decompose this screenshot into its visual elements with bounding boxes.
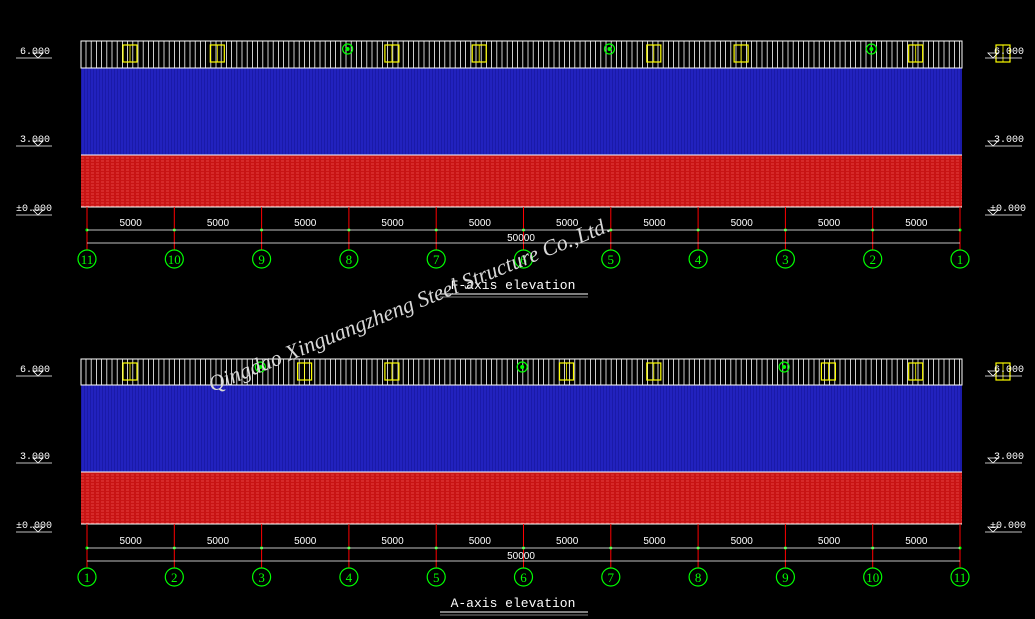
axis-number: 7	[608, 570, 615, 585]
bay-dimension-label: 5000	[469, 218, 492, 229]
bay-dimension-label: 5000	[643, 536, 666, 547]
axis-number: 6	[520, 570, 527, 585]
axis-number: 5	[608, 252, 615, 267]
bay-dimension-label: 5000	[643, 218, 666, 229]
level-label-right: 3.000	[994, 135, 1024, 146]
level-label-right: ±0.000	[990, 521, 1026, 532]
bay-dimension-label: 5000	[381, 218, 404, 229]
elevation-drawing: 6.000 6.0003.000 3.000±0.000 ±0.00011 10 9 8 7 6…	[16, 40, 1026, 616]
axis-number: 9	[258, 252, 265, 267]
axis-number: 8	[346, 252, 353, 267]
brick-base	[81, 472, 962, 524]
axis-number: 2	[869, 252, 876, 267]
axis-number: 11	[954, 570, 967, 585]
axis-number: 3	[782, 252, 789, 267]
bay-dimension-label: 5000	[469, 536, 492, 547]
level-label-right: 6.000	[994, 47, 1024, 58]
roof-ventilator-core	[869, 47, 874, 51]
level-label-left: 6.000	[20, 47, 50, 58]
bay-dimension-label: 5000	[294, 218, 317, 229]
bay-dimension-label: 5000	[818, 536, 841, 547]
axis-number: 1	[957, 252, 964, 267]
bay-dimension-label: 5000	[905, 218, 928, 229]
level-label-left: 6.000	[20, 365, 50, 376]
level-label-left: 3.000	[20, 135, 50, 146]
bay-dimension-label: 5000	[207, 536, 230, 547]
bay-dimension-label: 5000	[120, 218, 143, 229]
level-label-left: ±0.000	[16, 521, 52, 532]
bay-dimension-label: 5000	[556, 536, 579, 547]
total-dimension-label: 50000	[507, 551, 535, 562]
axis-number: 10	[168, 252, 181, 267]
elevation-a-axis: 6.000 6.000 3.000 3.000 ±0.000 ±0.000 1 2 3 4 5 6 7 8…	[16, 358, 1026, 616]
axis-number: 7	[433, 252, 440, 267]
axis-number: 4	[346, 570, 353, 585]
axis-number: 1	[84, 570, 91, 585]
axis-number: 9	[782, 570, 789, 585]
roof-ventilator-core	[520, 365, 525, 369]
axis-number: 10	[866, 570, 879, 585]
axis-number: 11	[81, 252, 94, 267]
bay-dimension-label: 5000	[731, 218, 754, 229]
level-label-right: ±0.000	[990, 204, 1026, 215]
level-label-left: ±0.000	[16, 204, 52, 215]
bay-dimension-label: 5000	[381, 536, 404, 547]
level-label-right: 6.000	[994, 365, 1024, 376]
bay-dimension-label: 5000	[818, 218, 841, 229]
axis-number: 8	[695, 570, 702, 585]
axis-number: 2	[171, 570, 178, 585]
bay-dimension-label: 5000	[120, 536, 143, 547]
axis-number: 4	[695, 252, 702, 267]
level-label-right: 3.000	[994, 452, 1024, 463]
bay-dimension-label: 5000	[905, 536, 928, 547]
bay-dimension-label: 5000	[294, 536, 317, 547]
axis-number: 5	[433, 570, 440, 585]
elevation-title: A-axis elevation	[451, 596, 576, 611]
axis-number: 3	[258, 570, 265, 585]
brick-base	[81, 155, 962, 207]
bay-dimension-label: 5000	[731, 536, 754, 547]
bay-dimension-label: 5000	[207, 218, 230, 229]
roof-ventilator-core	[607, 47, 612, 51]
roof-ventilator-core	[345, 47, 350, 51]
roof-ventilator-core	[782, 365, 787, 369]
level-label-left: 3.000	[20, 452, 50, 463]
